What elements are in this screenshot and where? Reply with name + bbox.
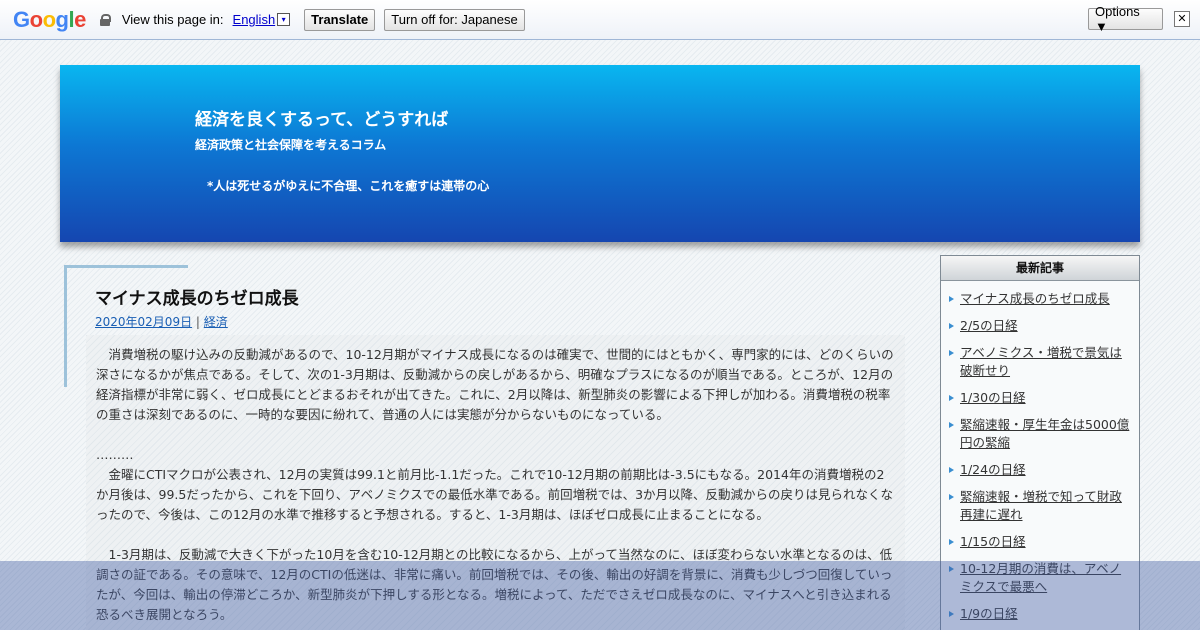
recent-post-link[interactable]: 緊縮速報・増税で知って財政再建に遅れ bbox=[960, 489, 1122, 522]
list-item[interactable]: 1/30の日経 bbox=[949, 389, 1133, 407]
list-item[interactable]: 1/15の日経 bbox=[949, 533, 1133, 551]
site-title[interactable]: 経済を良くするって、どうすれば bbox=[195, 105, 448, 130]
recent-post-link[interactable]: 緊縮速報・厚生年金は5000億円の緊縮 bbox=[960, 417, 1129, 450]
site-subtitle: 経済政策と社会保障を考えるコラム bbox=[195, 138, 387, 152]
article-paragraph: 金曜にCTIマクロが公表され、12月の実質は99.1と前月比-1.1だった。これ… bbox=[96, 467, 894, 522]
article-separator-dots: ……… bbox=[96, 447, 134, 462]
translate-bar: Google View this page in: English ▾ Tran… bbox=[0, 0, 1200, 40]
list-item[interactable]: 2/5の日経 bbox=[949, 317, 1133, 335]
dropdown-arrow-icon[interactable]: ▾ bbox=[277, 13, 291, 26]
lock-icon bbox=[99, 13, 111, 26]
list-item[interactable]: アベノミクス・増税で景気は破断せり bbox=[949, 344, 1133, 380]
list-item[interactable]: 緊縮速報・増税で知って財政再建に遅れ bbox=[949, 488, 1133, 524]
article-paragraph: 消費増税の駆け込みの反動減があるので、10-12月期がマイナス成長になるのは確実… bbox=[96, 347, 894, 422]
recent-post-link[interactable]: 1/15の日経 bbox=[960, 534, 1026, 549]
recent-post-link[interactable]: 1/30の日経 bbox=[960, 390, 1026, 405]
article-date-link[interactable]: 2020年02月09日 bbox=[95, 315, 192, 329]
view-page-label: View this page in: bbox=[121, 12, 224, 27]
language-select[interactable]: English bbox=[233, 12, 276, 27]
recent-post-link[interactable]: アベノミクス・増税で景気は破断せり bbox=[960, 345, 1122, 378]
recent-post-link[interactable]: 2/5の日経 bbox=[960, 318, 1018, 333]
turn-off-button[interactable]: Turn off for: Japanese bbox=[384, 8, 525, 31]
article-title: マイナス成長のちゼロ成長 bbox=[95, 289, 299, 309]
article-meta: 2020年02月09日 | 経済 bbox=[95, 313, 228, 330]
recent-post-link[interactable]: マイナス成長のちゼロ成長 bbox=[960, 291, 1110, 306]
sidebar-heading: 最新記事 bbox=[941, 256, 1139, 281]
site-motto: *人は死せるがゆえに不合理、これを癒すは連帯の心 bbox=[207, 179, 490, 193]
close-icon[interactable]: ✕ bbox=[1174, 11, 1190, 27]
translate-button[interactable]: Translate bbox=[304, 8, 376, 31]
list-item[interactable]: 1/24の日経 bbox=[949, 461, 1133, 479]
article-category-link[interactable]: 経済 bbox=[204, 315, 228, 329]
bottom-overlay bbox=[0, 561, 1200, 630]
site-header: 経済を良くするって、どうすれば 経済政策と社会保障を考えるコラム *人は死せるが… bbox=[60, 65, 1140, 242]
options-button[interactable]: Options ▼ bbox=[1088, 4, 1163, 34]
list-item[interactable]: 緊縮速報・厚生年金は5000億円の緊縮 bbox=[949, 416, 1133, 452]
list-item[interactable]: マイナス成長のちゼロ成長 bbox=[949, 290, 1133, 308]
meta-separator: | bbox=[192, 315, 204, 329]
recent-post-link[interactable]: 1/24の日経 bbox=[960, 462, 1026, 477]
google-logo: Google bbox=[13, 6, 86, 32]
